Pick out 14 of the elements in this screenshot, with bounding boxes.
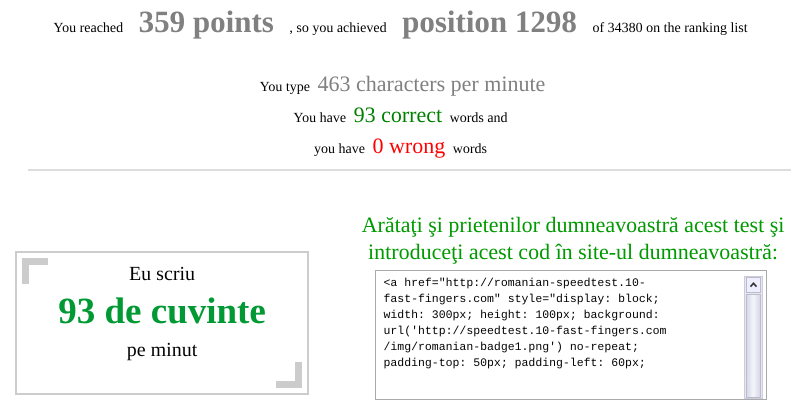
embed-code-field[interactable]: <a href="http://romanian-speedtest.10- fast-fingers.com" style="display: block; width: 300px; height: 100px; background: url('http://speedtest.10-fast-fingers.com /img/romanian-badge1.png') no-repeat; padding-top: 50px; padding-left: 60px; — [374, 270, 766, 400]
stat-text: You have 93 correct words and — [292, 101, 509, 129]
scroll-up-icon[interactable] — [746, 277, 760, 293]
share-heading: Arătaţi şi prietenilor dumneavoastră acest test şi introduceţi acest cod în site-ul dumneavoastră: — [360, 211, 786, 265]
scrollbar[interactable] — [744, 276, 762, 399]
badge-text: pe minut — [126, 338, 198, 363]
scroll-thumb[interactable] — [746, 294, 760, 398]
stat-text: You type 463 characters per minute — [258, 70, 546, 98]
corner-bracket-icon — [276, 362, 302, 388]
stat-text: you have 0 wrong words — [313, 132, 488, 160]
result-text: You reached 359 points , so you achieved position 1298 of 34380 on the ranking list — [52, 3, 749, 40]
corner-bracket-icon — [22, 258, 48, 284]
badge-score: 93 de cuvinte — [58, 290, 266, 334]
badge-text: Eu scriu — [128, 262, 196, 287]
